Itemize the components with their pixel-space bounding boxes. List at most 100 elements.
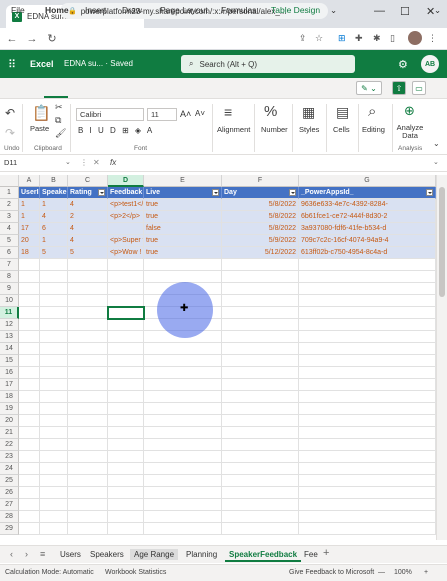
alignment-button[interactable]: Alignment [217, 125, 250, 134]
grid-cell[interactable] [19, 523, 40, 535]
tab-formulas[interactable]: Formulas [221, 5, 256, 15]
row-header-24[interactable]: 24 [0, 463, 19, 475]
table-cell[interactable]: false [144, 223, 222, 235]
grid-cell[interactable] [144, 475, 222, 487]
grid-cell[interactable] [108, 463, 144, 475]
table-cell[interactable]: 4 [68, 223, 108, 235]
grid-cell[interactable] [144, 379, 222, 391]
name-box[interactable]: D11 [2, 158, 70, 170]
vertical-scrollbar[interactable] [436, 175, 447, 540]
grid-cell[interactable] [222, 259, 299, 271]
copy-icon[interactable]: ⧉ [55, 115, 61, 126]
row-header-28[interactable]: 28 [0, 511, 19, 523]
row-header-4[interactable]: 4 [0, 223, 19, 235]
table-cell[interactable]: 1 [19, 211, 40, 223]
grid-cell[interactable] [222, 331, 299, 343]
grid-cell[interactable] [108, 331, 144, 343]
grid-cell[interactable] [299, 499, 436, 511]
grid-cell[interactable] [68, 355, 108, 367]
grid-cell[interactable] [40, 439, 68, 451]
grid-cell[interactable] [40, 259, 68, 271]
grid-cell[interactable] [222, 499, 299, 511]
grid-cell[interactable] [108, 427, 144, 439]
grid-cell[interactable] [68, 511, 108, 523]
row-header-6[interactable]: 6 [0, 247, 19, 259]
grid-cell[interactable] [108, 523, 144, 535]
tab-insert[interactable]: Insert [85, 5, 106, 15]
grid-cell[interactable] [144, 403, 222, 415]
grid-cell[interactable] [19, 499, 40, 511]
grid-cell[interactable] [108, 391, 144, 403]
grid-cell[interactable] [299, 283, 436, 295]
grid-cell[interactable] [40, 271, 68, 283]
more-icon[interactable]: ⋮ [80, 158, 88, 167]
grid-cell[interactable] [19, 319, 40, 331]
table-cell[interactable]: true [144, 199, 222, 211]
sheet-tab-planning[interactable]: Planning [182, 549, 221, 560]
grid-cell[interactable] [299, 475, 436, 487]
grid-cell[interactable] [222, 379, 299, 391]
grid-cell[interactable] [222, 439, 299, 451]
grid-cell[interactable] [19, 487, 40, 499]
row-header-16[interactable]: 16 [0, 367, 19, 379]
grid-cell[interactable] [19, 403, 40, 415]
table-cell[interactable]: 6 [40, 223, 68, 235]
table-cell[interactable]: 5/8/2022 [222, 199, 299, 211]
minimize-icon[interactable]: — [374, 5, 385, 17]
spreadsheet-grid[interactable]: ABCDEFG1UserIDSpeakerIDRatingFeedbackLiv… [0, 175, 436, 540]
formula-input[interactable] [125, 158, 425, 170]
grid-cell[interactable] [299, 451, 436, 463]
select-all-corner[interactable] [0, 175, 19, 187]
grid-cell[interactable] [40, 343, 68, 355]
grid-cell[interactable] [19, 439, 40, 451]
row-header-12[interactable]: 12 [0, 319, 19, 331]
grid-cell[interactable] [144, 367, 222, 379]
grid-cell[interactable] [299, 331, 436, 343]
column-header-b[interactable]: B [40, 175, 68, 187]
grid-cell[interactable] [40, 523, 68, 535]
row-header-20[interactable]: 20 [0, 415, 19, 427]
row-header-29[interactable]: 29 [0, 523, 19, 535]
grid-cell[interactable] [299, 391, 436, 403]
grid-cell[interactable] [299, 427, 436, 439]
font-name-dropdown[interactable]: Calibri [76, 108, 144, 121]
sheet-tab-speakerfeedback[interactable]: SpeakerFeedback [225, 549, 302, 562]
grid-cell[interactable] [68, 331, 108, 343]
table-cell[interactable]: 1 [40, 235, 68, 247]
grid-cell[interactable] [222, 523, 299, 535]
row-header-9[interactable]: 9 [0, 283, 19, 295]
grid-cell[interactable] [108, 511, 144, 523]
grid-cell[interactable] [19, 367, 40, 379]
table-header-cell[interactable]: Live [144, 187, 222, 199]
row-header-22[interactable]: 22 [0, 439, 19, 451]
table-cell[interactable]: 20 [19, 235, 40, 247]
back-icon[interactable]: ← [4, 33, 20, 45]
app-name[interactable]: Excel [30, 59, 54, 69]
grid-cell[interactable] [68, 427, 108, 439]
filter-dropdown-icon[interactable] [212, 189, 219, 196]
grid-cell[interactable] [144, 439, 222, 451]
share-icon[interactable]: ⇪ [299, 33, 307, 44]
grid-cell[interactable] [222, 391, 299, 403]
tab-home[interactable]: Home [45, 5, 69, 15]
grid-cell[interactable] [108, 343, 144, 355]
grid-cell[interactable] [19, 259, 40, 271]
grid-cell[interactable] [144, 523, 222, 535]
grid-cell[interactable] [68, 523, 108, 535]
grid-cell[interactable] [144, 355, 222, 367]
grid-cell[interactable] [144, 391, 222, 403]
grid-cell[interactable] [299, 439, 436, 451]
grid-cell[interactable] [40, 391, 68, 403]
row-header-17[interactable]: 17 [0, 379, 19, 391]
grid-cell[interactable] [19, 283, 40, 295]
table-header-cell[interactable]: UserID [19, 187, 40, 199]
row-header-5[interactable]: 5 [0, 235, 19, 247]
grid-cell[interactable] [68, 391, 108, 403]
grid-cell[interactable] [222, 403, 299, 415]
grid-cell[interactable] [108, 475, 144, 487]
grid-cell[interactable] [19, 391, 40, 403]
grid-cell[interactable] [222, 427, 299, 439]
table-cell[interactable]: true [144, 235, 222, 247]
grid-cell[interactable] [40, 307, 68, 319]
extension-icon[interactable]: ✚ [355, 33, 363, 44]
